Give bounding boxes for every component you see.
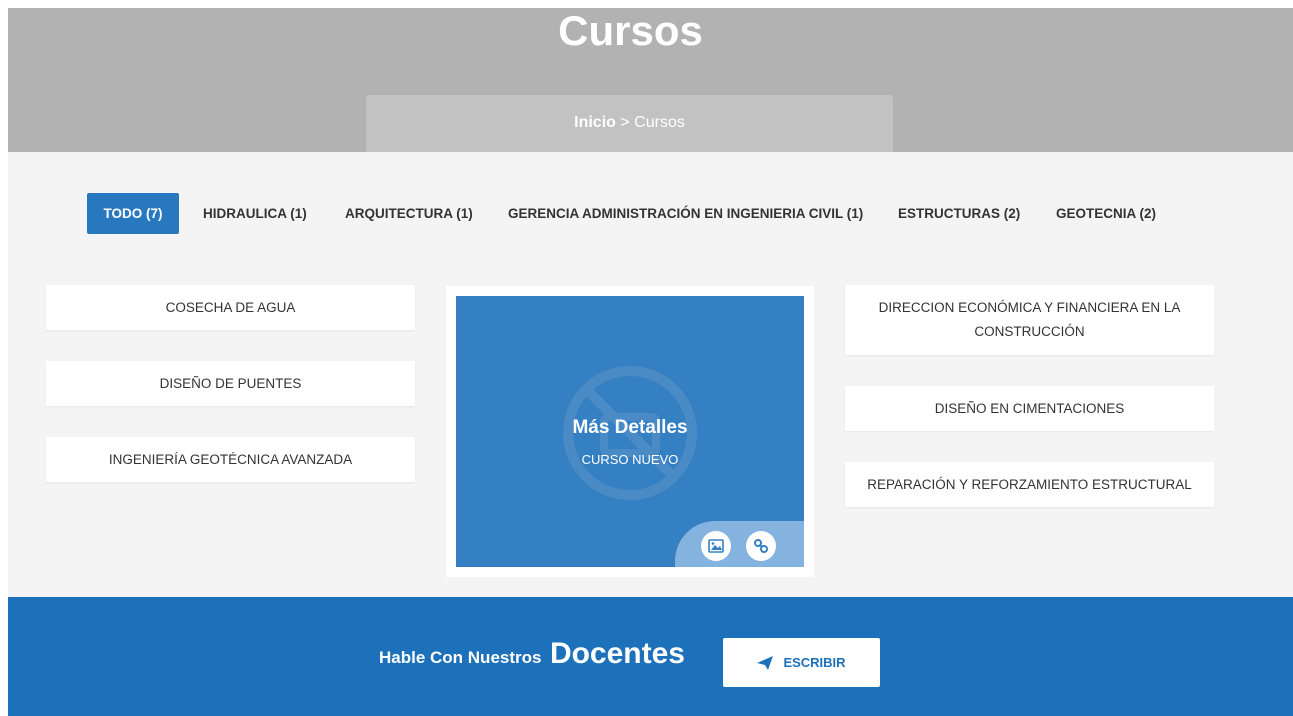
contact-banner-text: Hable Con Nuestros Docentes xyxy=(379,637,685,671)
course-title: DISEÑO DE PUENTES xyxy=(159,375,302,391)
featured-course-image: Más Detalles CURSO NUEVO xyxy=(456,296,804,567)
course-title: INGENIERÍA GEOTÉCNICA AVANZADA xyxy=(108,451,353,467)
filter-tab-geotecnia[interactable]: GEOTECNIA (2) xyxy=(1056,193,1156,234)
page-header: Cursos Inicio > Cursos xyxy=(8,8,1293,152)
featured-course-card[interactable]: Más Detalles CURSO NUEVO xyxy=(446,286,814,577)
page-title: Cursos xyxy=(558,8,703,54)
page: Cursos Inicio > Cursos TODO (7) HIDRAULI… xyxy=(8,8,1293,716)
course-card[interactable]: REPARACIÓN Y REFORZAMIENTO ESTRUCTURAL xyxy=(845,462,1214,507)
course-title: COSECHA DE AGUA xyxy=(165,299,296,315)
courses-section: TODO (7) HIDRAULICA (1) ARQUITECTURA (1)… xyxy=(8,152,1293,597)
featured-course-title: Más Detalles xyxy=(572,417,688,438)
write-button[interactable]: ESCRIBIR xyxy=(723,638,880,687)
contact-banner-lead: Hable Con Nuestros xyxy=(379,648,542,667)
course-title: REPARACIÓN Y REFORZAMIENTO ESTRUCTURAL xyxy=(867,476,1192,492)
breadcrumb-separator: > xyxy=(615,114,635,131)
breadcrumb-current: Cursos xyxy=(634,114,685,131)
filter-tab-estructuras[interactable]: ESTRUCTURAS (2) xyxy=(898,193,1020,234)
filter-tab-gerencia[interactable]: GERENCIA ADMINISTRACIÓN EN INGENIERIA CI… xyxy=(508,193,863,234)
course-title: DISEÑO EN CIMENTACIONES xyxy=(934,400,1125,416)
course-card[interactable]: DISEÑO EN CIMENTACIONES xyxy=(845,386,1214,431)
filter-tab-todo[interactable]: TODO (7) xyxy=(87,193,179,234)
paper-plane-icon xyxy=(757,655,774,670)
course-card[interactable]: DIRECCION ECONÓMICA Y FINANCIERA EN LA C… xyxy=(845,285,1214,355)
course-card[interactable]: DISEÑO DE PUENTES xyxy=(46,361,415,406)
write-button-label: ESCRIBIR xyxy=(783,655,846,670)
course-card[interactable]: INGENIERÍA GEOTÉCNICA AVANZADA xyxy=(46,437,415,482)
contact-banner: Hable Con Nuestros Docentes ESCRIBIR xyxy=(8,597,1293,716)
filter-tab-hidraulica[interactable]: HIDRAULICA (1) xyxy=(203,193,307,234)
filter-tab-arquitectura[interactable]: ARQUITECTURA (1) xyxy=(345,193,473,234)
breadcrumb: Inicio > Cursos xyxy=(366,95,893,152)
featured-course-actions xyxy=(675,521,804,567)
featured-course-subtitle: CURSO NUEVO xyxy=(581,452,679,467)
course-title: DIRECCION ECONÓMICA Y FINANCIERA EN LA C… xyxy=(878,300,1181,339)
contact-banner-highlight: Docentes xyxy=(549,637,685,670)
course-card[interactable]: COSECHA DE AGUA xyxy=(46,285,415,330)
image-icon[interactable] xyxy=(701,531,731,561)
breadcrumb-home-link[interactable]: Inicio xyxy=(574,114,616,131)
link-icon[interactable] xyxy=(746,531,776,561)
